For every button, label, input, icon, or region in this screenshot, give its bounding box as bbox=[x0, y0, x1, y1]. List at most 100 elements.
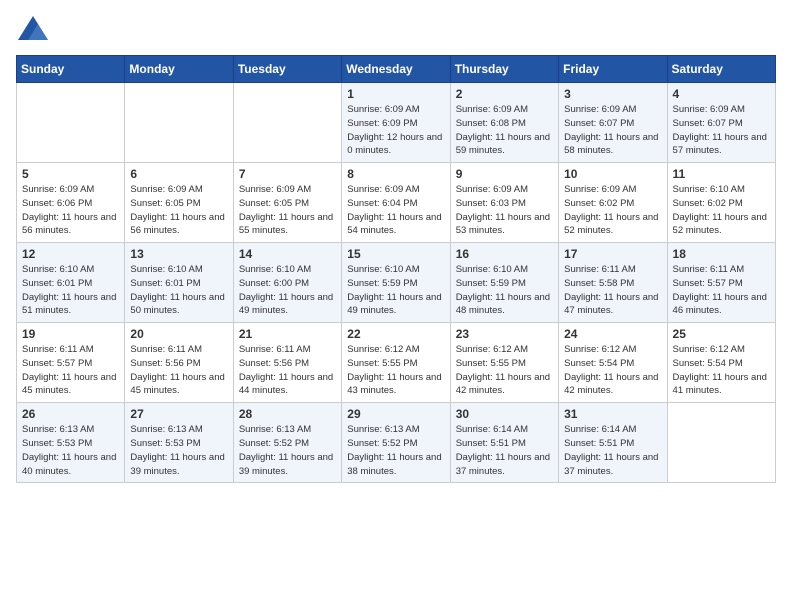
day-number: 28 bbox=[239, 407, 336, 421]
day-info: Sunrise: 6:09 AM Sunset: 6:03 PM Dayligh… bbox=[456, 183, 553, 238]
day-info: Sunrise: 6:13 AM Sunset: 5:53 PM Dayligh… bbox=[22, 423, 119, 478]
calendar-cell: 22 Sunrise: 6:12 AM Sunset: 5:55 PM Dayli… bbox=[342, 323, 450, 403]
calendar-cell: 14 Sunrise: 6:10 AM Sunset: 6:00 PM Dayli… bbox=[233, 243, 341, 323]
calendar-cell: 6 Sunrise: 6:09 AM Sunset: 6:05 PM Daylig… bbox=[125, 163, 233, 243]
day-info: Sunrise: 6:12 AM Sunset: 5:54 PM Dayligh… bbox=[564, 343, 661, 398]
day-info: Sunrise: 6:12 AM Sunset: 5:54 PM Dayligh… bbox=[673, 343, 770, 398]
day-info: Sunrise: 6:10 AM Sunset: 6:01 PM Dayligh… bbox=[130, 263, 227, 318]
day-number: 18 bbox=[673, 247, 770, 261]
day-number: 9 bbox=[456, 167, 553, 181]
calendar-cell: 27 Sunrise: 6:13 AM Sunset: 5:53 PM Dayli… bbox=[125, 403, 233, 483]
column-header-monday: Monday bbox=[125, 56, 233, 83]
calendar-cell: 9 Sunrise: 6:09 AM Sunset: 6:03 PM Daylig… bbox=[450, 163, 558, 243]
day-info: Sunrise: 6:10 AM Sunset: 6:02 PM Dayligh… bbox=[673, 183, 770, 238]
calendar-cell: 29 Sunrise: 6:13 AM Sunset: 5:52 PM Dayli… bbox=[342, 403, 450, 483]
calendar-week-row: 1Sunrise: 6:09 AM Sunset: 6:09 PM Daylig… bbox=[17, 83, 776, 163]
calendar-cell bbox=[125, 83, 233, 163]
day-number: 22 bbox=[347, 327, 444, 341]
calendar-cell: 10Sunrise: 6:09 AM Sunset: 6:02 PM Dayli… bbox=[559, 163, 667, 243]
calendar-cell: 15 Sunrise: 6:10 AM Sunset: 5:59 PM Dayli… bbox=[342, 243, 450, 323]
day-number: 19 bbox=[22, 327, 119, 341]
calendar-cell: 3 Sunrise: 6:09 AM Sunset: 6:07 PM Daylig… bbox=[559, 83, 667, 163]
day-number: 4 bbox=[673, 87, 770, 101]
calendar-cell: 25 Sunrise: 6:12 AM Sunset: 5:54 PM Dayli… bbox=[667, 323, 775, 403]
day-number: 31 bbox=[564, 407, 661, 421]
day-number: 8 bbox=[347, 167, 444, 181]
calendar-cell: 5 Sunrise: 6:09 AM Sunset: 6:06 PM Daylig… bbox=[17, 163, 125, 243]
calendar-cell: 4 Sunrise: 6:09 AM Sunset: 6:07 PM Daylig… bbox=[667, 83, 775, 163]
calendar-cell: 19 Sunrise: 6:11 AM Sunset: 5:57 PM Dayli… bbox=[17, 323, 125, 403]
column-header-sunday: Sunday bbox=[17, 56, 125, 83]
day-number: 3 bbox=[564, 87, 661, 101]
day-number: 6 bbox=[130, 167, 227, 181]
day-number: 15 bbox=[347, 247, 444, 261]
calendar-cell bbox=[17, 83, 125, 163]
day-number: 11 bbox=[673, 167, 770, 181]
logo-icon bbox=[18, 16, 48, 40]
day-number: 26 bbox=[22, 407, 119, 421]
calendar-cell: 12 Sunrise: 6:10 AM Sunset: 6:01 PM Dayli… bbox=[17, 243, 125, 323]
day-number: 30 bbox=[456, 407, 553, 421]
day-info: Sunrise: 6:09 AM Sunset: 6:07 PM Dayligh… bbox=[673, 103, 770, 158]
day-info: Sunrise: 6:14 AM Sunset: 5:51 PM Dayligh… bbox=[564, 423, 661, 478]
day-number: 1 bbox=[347, 87, 444, 101]
calendar-cell: 16Sunrise: 6:10 AM Sunset: 5:59 PM Dayli… bbox=[450, 243, 558, 323]
day-info: Sunrise: 6:10 AM Sunset: 5:59 PM Dayligh… bbox=[347, 263, 444, 318]
calendar-week-row: 12 Sunrise: 6:10 AM Sunset: 6:01 PM Dayli… bbox=[17, 243, 776, 323]
calendar-cell: 13Sunrise: 6:10 AM Sunset: 6:01 PM Dayli… bbox=[125, 243, 233, 323]
day-info: Sunrise: 6:11 AM Sunset: 5:57 PM Dayligh… bbox=[673, 263, 770, 318]
day-info: Sunrise: 6:12 AM Sunset: 5:55 PM Dayligh… bbox=[456, 343, 553, 398]
day-number: 7 bbox=[239, 167, 336, 181]
day-number: 21 bbox=[239, 327, 336, 341]
day-info: Sunrise: 6:09 AM Sunset: 6:05 PM Dayligh… bbox=[239, 183, 336, 238]
day-info: Sunrise: 6:11 AM Sunset: 5:57 PM Dayligh… bbox=[22, 343, 119, 398]
day-info: Sunrise: 6:09 AM Sunset: 6:02 PM Dayligh… bbox=[564, 183, 661, 238]
calendar-cell bbox=[233, 83, 341, 163]
day-info: Sunrise: 6:09 AM Sunset: 6:07 PM Dayligh… bbox=[564, 103, 661, 158]
day-number: 17 bbox=[564, 247, 661, 261]
day-info: Sunrise: 6:13 AM Sunset: 5:53 PM Dayligh… bbox=[130, 423, 227, 478]
column-header-saturday: Saturday bbox=[667, 56, 775, 83]
calendar-cell: 23 Sunrise: 6:12 AM Sunset: 5:55 PM Dayli… bbox=[450, 323, 558, 403]
day-number: 29 bbox=[347, 407, 444, 421]
day-number: 12 bbox=[22, 247, 119, 261]
calendar-header-row: SundayMondayTuesdayWednesdayThursdayFrid… bbox=[17, 56, 776, 83]
calendar-cell: 2Sunrise: 6:09 AM Sunset: 6:08 PM Daylig… bbox=[450, 83, 558, 163]
column-header-thursday: Thursday bbox=[450, 56, 558, 83]
calendar-cell: 20Sunrise: 6:11 AM Sunset: 5:56 PM Dayli… bbox=[125, 323, 233, 403]
day-info: Sunrise: 6:10 AM Sunset: 6:00 PM Dayligh… bbox=[239, 263, 336, 318]
day-info: Sunrise: 6:11 AM Sunset: 5:56 PM Dayligh… bbox=[239, 343, 336, 398]
day-number: 25 bbox=[673, 327, 770, 341]
calendar-cell: 17 Sunrise: 6:11 AM Sunset: 5:58 PM Dayli… bbox=[559, 243, 667, 323]
day-number: 14 bbox=[239, 247, 336, 261]
day-number: 23 bbox=[456, 327, 553, 341]
column-header-friday: Friday bbox=[559, 56, 667, 83]
calendar-cell: 11 Sunrise: 6:10 AM Sunset: 6:02 PM Dayli… bbox=[667, 163, 775, 243]
day-info: Sunrise: 6:09 AM Sunset: 6:04 PM Dayligh… bbox=[347, 183, 444, 238]
day-info: Sunrise: 6:12 AM Sunset: 5:55 PM Dayligh… bbox=[347, 343, 444, 398]
day-info: Sunrise: 6:13 AM Sunset: 5:52 PM Dayligh… bbox=[347, 423, 444, 478]
day-info: Sunrise: 6:09 AM Sunset: 6:05 PM Dayligh… bbox=[130, 183, 227, 238]
calendar-week-row: 5 Sunrise: 6:09 AM Sunset: 6:06 PM Daylig… bbox=[17, 163, 776, 243]
day-info: Sunrise: 6:14 AM Sunset: 5:51 PM Dayligh… bbox=[456, 423, 553, 478]
day-number: 5 bbox=[22, 167, 119, 181]
day-number: 24 bbox=[564, 327, 661, 341]
day-number: 16 bbox=[456, 247, 553, 261]
calendar-cell: 18 Sunrise: 6:11 AM Sunset: 5:57 PM Dayli… bbox=[667, 243, 775, 323]
calendar-cell: 28 Sunrise: 6:13 AM Sunset: 5:52 PM Dayli… bbox=[233, 403, 341, 483]
day-info: Sunrise: 6:11 AM Sunset: 5:58 PM Dayligh… bbox=[564, 263, 661, 318]
calendar-cell bbox=[667, 403, 775, 483]
calendar-cell: 26 Sunrise: 6:13 AM Sunset: 5:53 PM Dayli… bbox=[17, 403, 125, 483]
calendar-cell: 24 Sunrise: 6:12 AM Sunset: 5:54 PM Dayli… bbox=[559, 323, 667, 403]
calendar-week-row: 19 Sunrise: 6:11 AM Sunset: 5:57 PM Dayli… bbox=[17, 323, 776, 403]
calendar-week-row: 26 Sunrise: 6:13 AM Sunset: 5:53 PM Dayli… bbox=[17, 403, 776, 483]
day-info: Sunrise: 6:09 AM Sunset: 6:06 PM Dayligh… bbox=[22, 183, 119, 238]
day-info: Sunrise: 6:10 AM Sunset: 6:01 PM Dayligh… bbox=[22, 263, 119, 318]
page-header bbox=[16, 16, 776, 45]
calendar-cell: 31 Sunrise: 6:14 AM Sunset: 5:51 PM Dayli… bbox=[559, 403, 667, 483]
day-number: 2 bbox=[456, 87, 553, 101]
calendar-cell: 21 Sunrise: 6:11 AM Sunset: 5:56 PM Dayli… bbox=[233, 323, 341, 403]
day-number: 27 bbox=[130, 407, 227, 421]
calendar-cell: 30 Sunrise: 6:14 AM Sunset: 5:51 PM Dayli… bbox=[450, 403, 558, 483]
day-info: Sunrise: 6:13 AM Sunset: 5:52 PM Dayligh… bbox=[239, 423, 336, 478]
